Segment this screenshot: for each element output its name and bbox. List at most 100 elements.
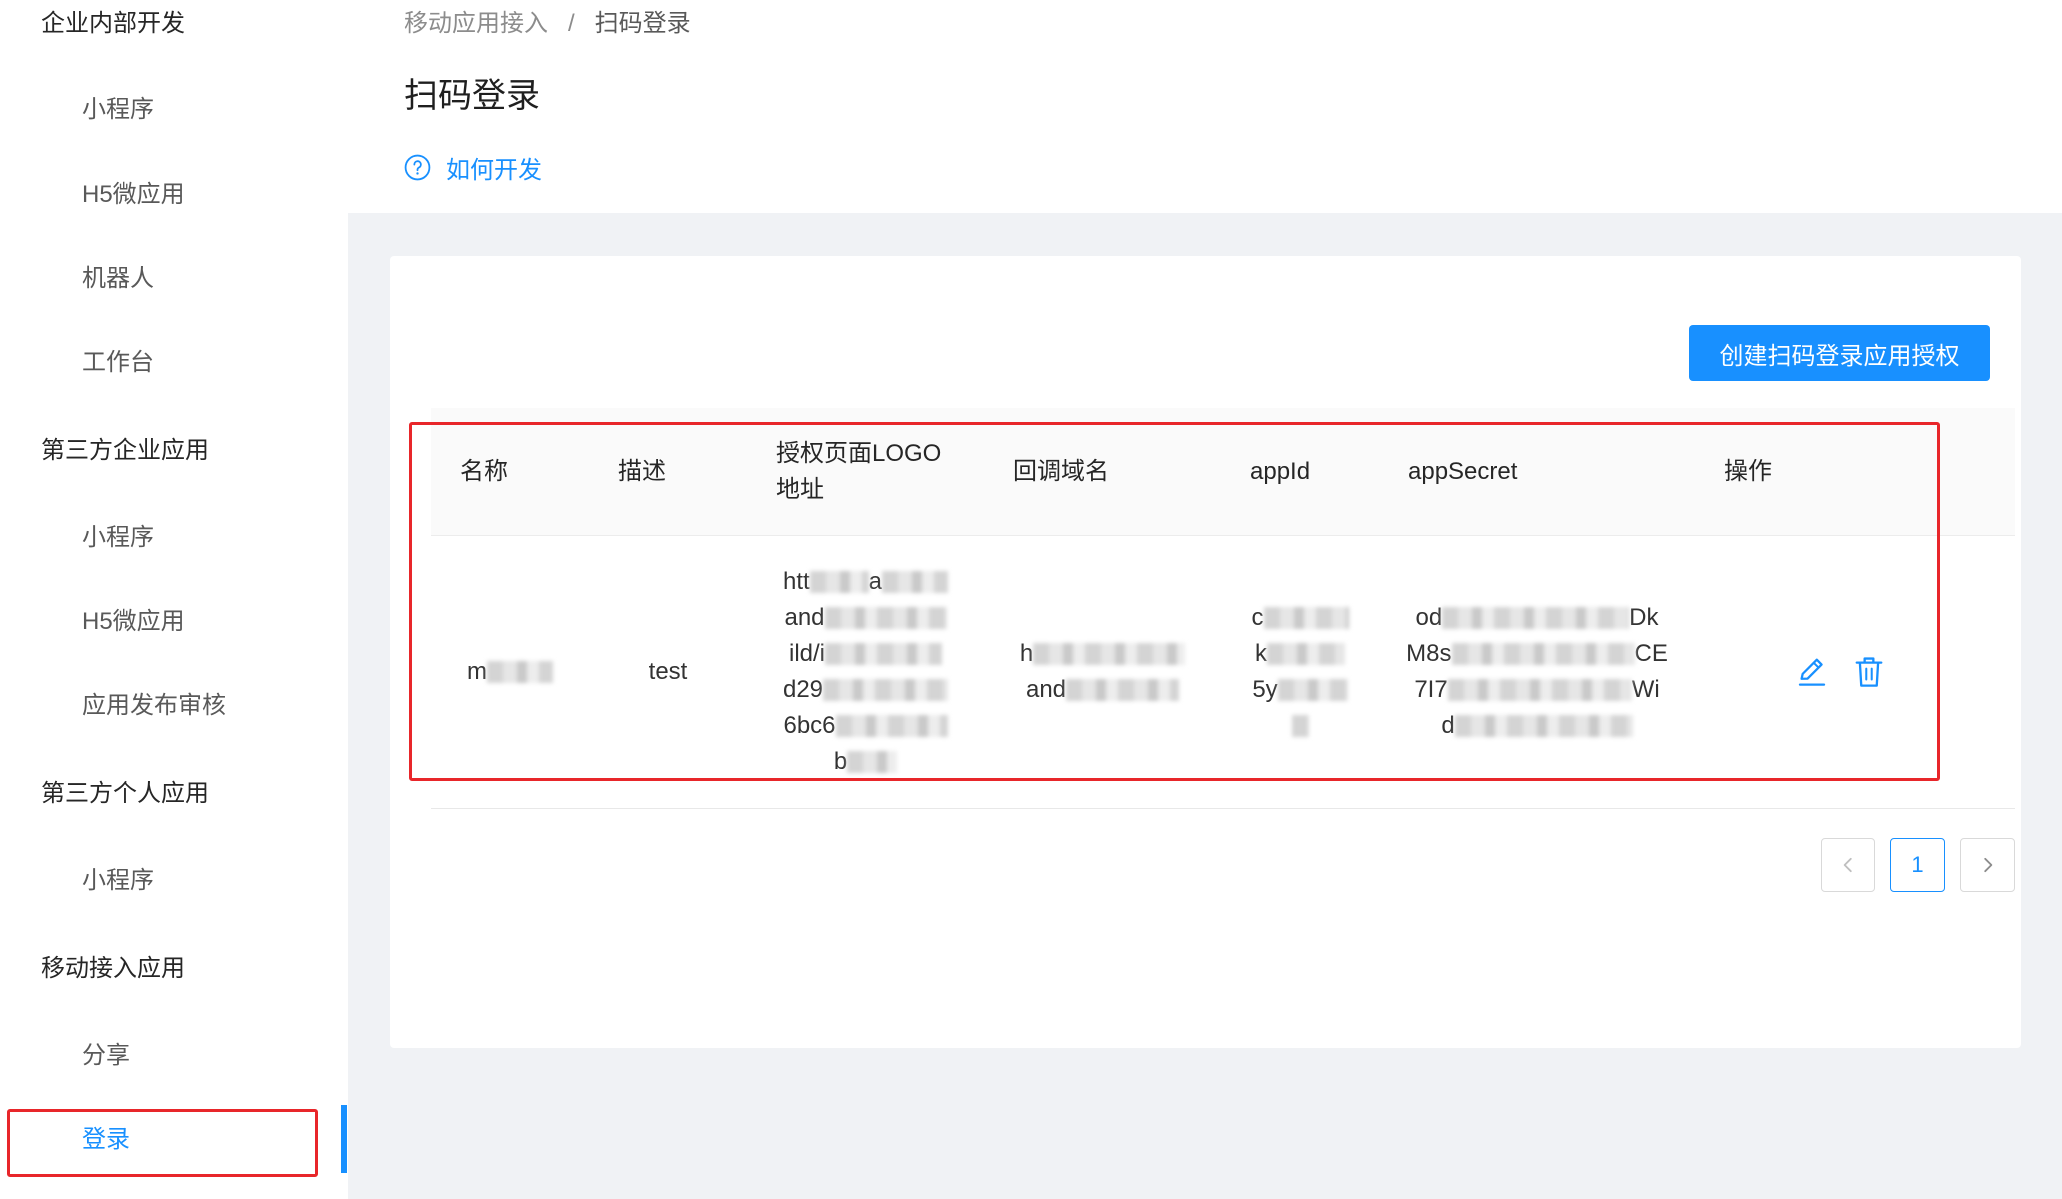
redacted-mask xyxy=(1066,679,1180,701)
sidebar-item-h5-app[interactable]: H5微应用 xyxy=(82,175,185,215)
sidebar-group-enterprise-internal[interactable]: 企业内部开发 xyxy=(41,4,185,44)
chevron-left-icon xyxy=(1839,856,1857,874)
cell-text-fragment: and xyxy=(784,604,825,631)
redacted-mask xyxy=(1277,679,1348,701)
cell-text-fragment: h xyxy=(1019,640,1034,667)
redacted-mask xyxy=(1454,715,1633,737)
cell-line: od Dk xyxy=(1415,600,1658,636)
sidebar-item-mini-program[interactable]: 小程序 xyxy=(82,861,154,901)
redacted-mask xyxy=(882,571,949,593)
redacted-mask xyxy=(1033,643,1186,665)
cell-line: b xyxy=(833,744,898,780)
cell-text-fragment: d xyxy=(1441,712,1455,739)
delete-icon[interactable] xyxy=(1854,655,1884,689)
cell-text-fragment: M8s xyxy=(1406,640,1452,667)
cell-text-fragment: b xyxy=(833,748,848,775)
cell-text-fragment: Dk xyxy=(1629,604,1659,631)
column-header-description: 描述 xyxy=(589,408,747,535)
sidebar-item-label: 小程序 xyxy=(82,867,154,894)
cell-app-secret: od Dk M8s CE 7I7 Wi d xyxy=(1379,536,1695,808)
sidebar-item-label: H5微应用 xyxy=(82,181,185,208)
selected-item-indicator xyxy=(341,1105,347,1173)
cell-line: ild/i xyxy=(789,636,942,672)
page-header: 移动应用接入 / 扫码登录 扫码登录 如何开发 xyxy=(348,0,2062,213)
cell-text-fragment: a xyxy=(868,568,883,595)
column-header-callback-domain: 回调域名 xyxy=(984,408,1221,535)
sidebar-item-share[interactable]: 分享 xyxy=(82,1036,130,1076)
sidebar-item-app-release-review[interactable]: 应用发布审核 xyxy=(82,686,226,726)
breadcrumb: 移动应用接入 / 扫码登录 xyxy=(404,8,691,40)
cell-line: c xyxy=(1252,600,1349,636)
sidebar-group-third-party-enterprise[interactable]: 第三方企业应用 xyxy=(41,431,209,471)
cell-text-fragment: htt xyxy=(782,568,810,595)
cell-line: 7I7 Wi xyxy=(1414,672,1659,708)
cell-text-fragment: Wi xyxy=(1631,676,1660,703)
table-row: m test htt a and ild/i d29 6bc6 b h and … xyxy=(431,536,2015,809)
sidebar-group-third-party-personal[interactable]: 第三方个人应用 xyxy=(41,774,209,814)
cell-line: d29 xyxy=(783,672,949,708)
redacted-mask xyxy=(487,661,553,683)
breadcrumb-separator: / xyxy=(568,10,575,37)
column-header-label: 授权页面LOGO xyxy=(776,439,942,467)
breadcrumb-item-current: 扫码登录 xyxy=(594,10,691,37)
redacted-mask xyxy=(1263,607,1349,629)
cell-line: m xyxy=(467,654,553,690)
cell-actions xyxy=(1695,536,2015,808)
cell-text-fragment: 7I7 xyxy=(1414,676,1448,703)
column-header-label: 描述 xyxy=(618,457,666,485)
cell-line xyxy=(1291,708,1309,744)
sidebar-item-mini-program[interactable]: 小程序 xyxy=(82,518,154,558)
annotation-highlight-box xyxy=(7,1109,318,1177)
cell-text-fragment: m xyxy=(467,658,487,685)
redacted-mask xyxy=(1442,607,1630,629)
sidebar-item-label: 移动接入应用 xyxy=(41,955,185,982)
pagination-page-1[interactable]: 1 xyxy=(1890,838,1945,892)
sidebar-item-workbench[interactable]: 工作台 xyxy=(82,343,154,383)
cell-line: M8s CE xyxy=(1406,636,1668,672)
cell-text-fragment: c xyxy=(1251,604,1264,631)
cell-text-fragment: od xyxy=(1415,604,1443,631)
cell-callback-domain: h and xyxy=(984,536,1221,808)
sidebar-item-label: 分享 xyxy=(82,1042,130,1069)
sidebar-item-mini-program[interactable]: 小程序 xyxy=(82,90,154,130)
cell-line: test xyxy=(649,654,688,690)
cell-description: test xyxy=(589,536,747,808)
how-to-develop-link[interactable]: 如何开发 xyxy=(404,150,542,184)
breadcrumb-item-mobile-access[interactable]: 移动应用接入 xyxy=(404,8,548,40)
column-header-label: 名称 xyxy=(460,457,508,485)
edit-icon[interactable] xyxy=(1796,655,1828,689)
cell-name: m xyxy=(431,536,589,808)
sidebar-item-h5-app[interactable]: H5微应用 xyxy=(82,602,185,642)
pagination-prev-button[interactable] xyxy=(1821,838,1875,892)
cell-line: d xyxy=(1441,708,1633,744)
app-table: 名称 描述 授权页面LOGO 地址 回调域名 appId appSecret 操… xyxy=(431,408,2015,809)
cell-text-fragment: CE xyxy=(1634,640,1668,667)
redacted-mask xyxy=(1291,715,1309,737)
chevron-right-icon xyxy=(1979,856,1997,874)
column-header-label: 回调域名 xyxy=(1013,457,1109,485)
table-header-row: 名称 描述 授权页面LOGO 地址 回调域名 appId appSecret 操… xyxy=(431,408,2015,536)
question-circle-icon xyxy=(404,154,431,181)
sidebar-item-label: 第三方企业应用 xyxy=(41,437,209,464)
cell-line: 5y xyxy=(1252,672,1348,708)
page-title: 扫码登录 xyxy=(404,77,540,115)
sidebar-item-label: 企业内部开发 xyxy=(41,10,185,37)
pagination-next-button[interactable] xyxy=(1960,838,2015,892)
sidebar-item-label: 小程序 xyxy=(82,524,154,551)
cell-text-fragment: 6bc6 xyxy=(783,712,836,739)
column-header-label: 操作 xyxy=(1724,457,1772,485)
cell-text-fragment: and xyxy=(1025,676,1067,703)
cell-line: htt a xyxy=(782,564,949,600)
create-qr-login-authorization-button[interactable]: 创建扫码登录应用授权 xyxy=(1689,325,1990,381)
column-header-label: appSecret xyxy=(1408,457,1518,485)
sidebar-group-mobile-access[interactable]: 移动接入应用 xyxy=(41,949,185,989)
cell-logo-url: htt a and ild/i d29 6bc6 b xyxy=(747,536,984,808)
sidebar-item-robot[interactable]: 机器人 xyxy=(82,259,154,299)
cell-line: and xyxy=(784,600,947,636)
cell-line: h xyxy=(1019,636,1186,672)
column-header-actions: 操作 xyxy=(1695,408,2015,535)
sidebar-item-label: 第三方个人应用 xyxy=(41,780,209,807)
redacted-mask xyxy=(809,571,869,593)
cell-text-fragment: ild/i xyxy=(788,640,825,667)
column-header-label: appId xyxy=(1250,457,1311,485)
